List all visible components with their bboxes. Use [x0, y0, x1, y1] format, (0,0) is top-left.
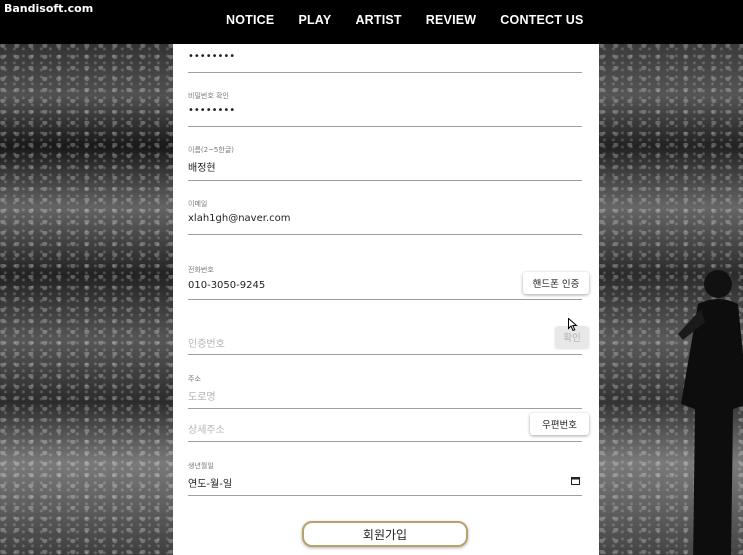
phone-label: 전화번호 — [188, 266, 214, 274]
signup-button[interactable]: 회원가입 — [302, 521, 468, 547]
phone-verify-button[interactable]: 핸드폰 인증 — [523, 272, 589, 294]
name-value: 배정현 — [188, 163, 216, 174]
postcode-button[interactable]: 우편번호 — [530, 413, 589, 435]
mouse-pointer-icon — [568, 318, 578, 332]
password-confirm-value: •••••••• — [188, 105, 236, 116]
nav-review[interactable]: REVIEW — [426, 13, 477, 27]
phone-value: 010-3050-9245 — [188, 280, 266, 291]
password-value: •••••••• — [188, 51, 236, 62]
detail-placeholder: 상세주소 — [188, 425, 225, 436]
nav-contact[interactable]: CONTECT US — [500, 13, 583, 27]
concert-background-right — [599, 44, 743, 555]
auth-code-placeholder: 인증번호 — [188, 339, 225, 350]
address-label: 주소 — [188, 375, 201, 383]
email-field[interactable]: 이메일 xlah1gh@naver.com — [188, 196, 582, 235]
signup-form: •••••••• 비밀번호 확인 •••••••• 이름(2~5한글) 배정현 … — [173, 44, 599, 555]
email-value: xlah1gh@naver.com — [188, 213, 291, 224]
main-nav: NOTICE PLAY ARTIST REVIEW CONTECT US — [226, 13, 608, 27]
password-field[interactable]: •••••••• — [188, 44, 582, 73]
password-confirm-field[interactable]: 비밀번호 확인 •••••••• — [188, 88, 582, 127]
concert-background-left — [0, 44, 173, 555]
email-label: 이메일 — [188, 200, 208, 208]
password-confirm-label: 비밀번호 확인 — [188, 92, 229, 100]
name-label: 이름(2~5한글) — [188, 146, 234, 154]
nav-play[interactable]: PLAY — [298, 13, 331, 27]
birthdate-field[interactable]: 생년월일 연도-월-일 — [188, 458, 582, 496]
road-placeholder: 도로명 — [188, 392, 216, 403]
top-navigation-bar: Bandisoft.com NOTICE PLAY ARTIST REVIEW … — [0, 0, 743, 44]
watermark: Bandisoft.com — [4, 2, 94, 15]
birth-value: 연도-월-일 — [188, 479, 233, 490]
nav-notice[interactable]: NOTICE — [226, 13, 274, 27]
birth-label: 생년월일 — [188, 462, 214, 470]
crowd-image — [0, 44, 173, 555]
name-field[interactable]: 이름(2~5한글) 배정현 — [188, 142, 582, 181]
performer-silhouette — [678, 270, 743, 555]
address-road-field[interactable]: 주소 도로명 — [188, 371, 582, 409]
calendar-icon[interactable] — [571, 477, 580, 485]
auth-code-field[interactable]: 인증번호 — [188, 328, 582, 355]
nav-artist[interactable]: ARTIST — [355, 13, 401, 27]
address-detail-field[interactable]: 상세주소 — [188, 414, 582, 442]
